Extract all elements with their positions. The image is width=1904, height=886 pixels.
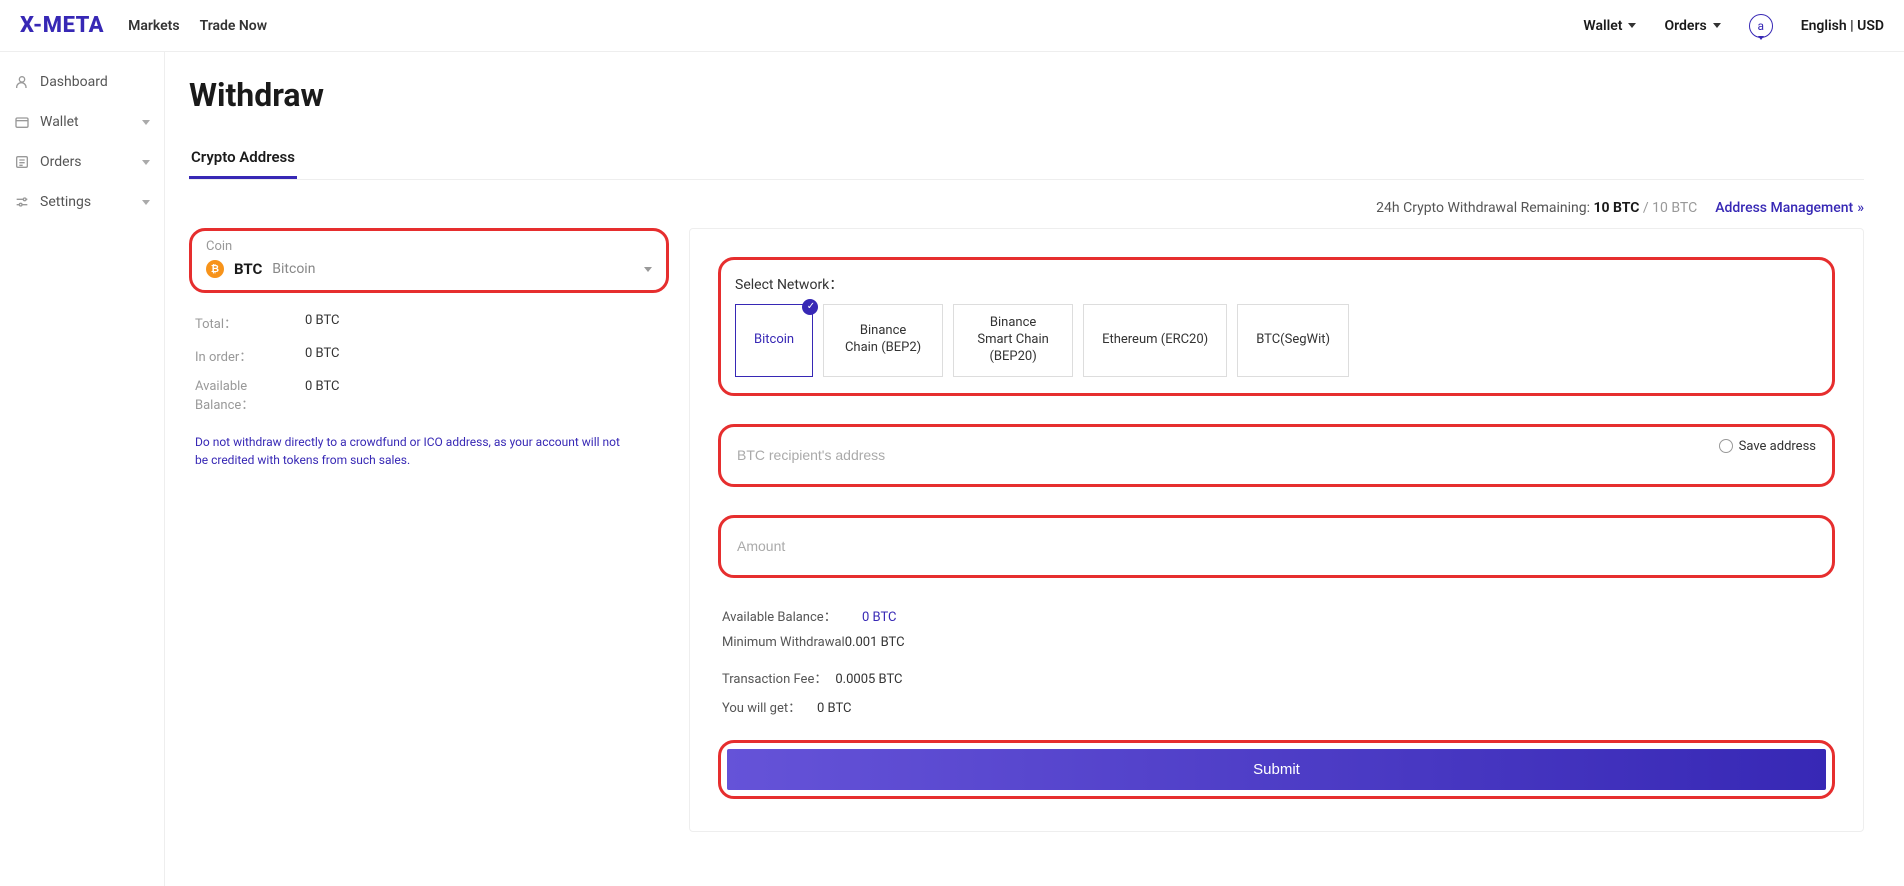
network-selector: Select Network： Bitcoin Binance Chain (B… <box>718 257 1835 396</box>
amount-box <box>718 515 1835 578</box>
nav-markets[interactable]: Markets <box>128 18 180 34</box>
detail-value: 0.001 BTC <box>845 635 905 650</box>
warning-note: Do not withdraw directly to a crowdfund … <box>195 433 625 469</box>
stat-value: 0 BTC <box>305 313 340 332</box>
detail-available: Available Balance：0 BTC <box>722 606 1831 625</box>
sidebar-item-settings[interactable]: Settings <box>0 182 164 222</box>
limit-rest: / 10 BTC <box>1639 200 1697 216</box>
caret-down-icon <box>142 200 150 205</box>
top-info: 24h Crypto Withdrawal Remaining: 10 BTC … <box>189 200 1864 216</box>
nav-trade-now[interactable]: Trade Now <box>200 18 268 34</box>
stat-value: 0 BTC <box>305 346 340 365</box>
withdraw-details: Available Balance：0 BTC Minimum Withdraw… <box>718 606 1835 716</box>
top-nav: Markets Trade Now <box>128 18 267 34</box>
detail-value: 0 BTC <box>817 701 852 716</box>
submit-button[interactable]: Submit <box>727 749 1826 790</box>
bitcoin-icon: ₿ <box>206 260 224 278</box>
wallet-dropdown[interactable]: Wallet <box>1583 18 1636 34</box>
stat-label: Total： <box>195 313 305 332</box>
amount-input[interactable] <box>737 538 1816 554</box>
stat-available: Available Balance： 0 BTC <box>195 379 663 413</box>
detail-label: Transaction Fee： <box>722 668 827 687</box>
sidebar-item-orders[interactable]: Orders <box>0 142 164 182</box>
user-icon <box>14 74 30 90</box>
save-address-label: Save address <box>1739 439 1816 454</box>
orders-dropdown[interactable]: Orders <box>1664 18 1720 34</box>
avatar-letter: a <box>1757 19 1764 33</box>
coin-row: ₿ BTC Bitcoin <box>206 260 652 278</box>
page-title: Withdraw <box>189 76 1864 114</box>
stat-in-order: In order： 0 BTC <box>195 346 663 365</box>
recipient-address-box: Save address <box>718 424 1835 487</box>
stat-label: Available Balance： <box>195 379 305 413</box>
tab-bar: Crypto Address <box>189 138 1864 180</box>
detail-fee: Transaction Fee： 0.0005 BTC <box>722 668 1831 687</box>
sidebar-label: Orders <box>40 154 82 170</box>
header-right: Wallet Orders a English | USD <box>1583 14 1884 38</box>
address-management-label: Address Management <box>1715 200 1853 216</box>
stat-value: 0 BTC <box>305 379 340 413</box>
detail-label: You will get： <box>722 697 817 716</box>
detail-you-get: You will get：0 BTC <box>722 697 1831 716</box>
caret-down-icon <box>1628 23 1636 28</box>
caret-down-icon <box>142 120 150 125</box>
sidebar-item-wallet[interactable]: Wallet <box>0 102 164 142</box>
stat-label: In order： <box>195 346 305 365</box>
recipient-address-input[interactable] <box>737 447 1816 463</box>
network-option-bitcoin[interactable]: Bitcoin <box>735 304 813 377</box>
sidebar-label: Settings <box>40 194 91 210</box>
header: X-META Markets Trade Now Wallet Orders a… <box>0 0 1904 52</box>
wallet-icon <box>14 114 30 130</box>
sidebar: Dashboard Wallet Orders Settings <box>0 52 165 886</box>
tab-crypto-address[interactable]: Crypto Address <box>189 138 297 179</box>
network-option-segwit[interactable]: BTC(SegWit) <box>1237 304 1349 377</box>
detail-value[interactable]: 0 BTC <box>862 610 897 625</box>
left-column: Coin ₿ BTC Bitcoin Total： 0 BTC In order… <box>189 228 669 469</box>
list-icon <box>14 154 30 170</box>
save-address-toggle[interactable]: Save address <box>1719 439 1816 454</box>
coin-selector[interactable]: Coin ₿ BTC Bitcoin <box>189 228 669 293</box>
withdrawal-limit: 24h Crypto Withdrawal Remaining: 10 BTC … <box>1376 200 1697 216</box>
limit-label: 24h Crypto Withdrawal Remaining: <box>1376 200 1593 216</box>
lang-currency[interactable]: English | USD <box>1801 18 1884 34</box>
caret-down-icon <box>142 160 150 165</box>
coin-name: Bitcoin <box>272 261 315 277</box>
chevron-right-icon <box>1857 200 1864 216</box>
sidebar-item-dashboard[interactable]: Dashboard <box>0 62 164 102</box>
caret-down-icon <box>1713 23 1721 28</box>
detail-minimum: Minimum Withdrawal 0.001 BTC <box>722 635 1831 650</box>
detail-label: Available Balance： <box>722 606 862 625</box>
network-option-bep2[interactable]: Binance Chain (BEP2) <box>823 304 943 377</box>
detail-value: 0.0005 BTC <box>835 672 902 687</box>
coin-label: Coin <box>206 239 652 254</box>
limit-bold: 10 BTC <box>1594 200 1640 216</box>
wallet-label: Wallet <box>1583 18 1622 34</box>
network-option-erc20[interactable]: Ethereum (ERC20) <box>1083 304 1227 377</box>
coin-stats: Total： 0 BTC In order： 0 BTC Available B… <box>189 307 669 469</box>
withdraw-form: Select Network： Bitcoin Binance Chain (B… <box>689 228 1864 832</box>
logo[interactable]: X-META <box>20 13 104 38</box>
submit-wrap: Submit <box>718 740 1835 799</box>
network-label: Select Network： <box>735 274 1818 294</box>
sidebar-label: Wallet <box>40 114 79 130</box>
sliders-icon <box>14 194 30 210</box>
detail-label: Minimum Withdrawal <box>722 635 845 650</box>
avatar[interactable]: a <box>1749 14 1773 38</box>
network-options: Bitcoin Binance Chain (BEP2) Binance Sma… <box>735 304 1818 377</box>
orders-label: Orders <box>1664 18 1706 34</box>
address-management-link[interactable]: Address Management <box>1715 200 1864 216</box>
stat-total: Total： 0 BTC <box>195 313 663 332</box>
coin-code: BTC <box>234 260 262 278</box>
main-content: Withdraw Crypto Address 24h Crypto Withd… <box>165 52 1904 886</box>
caret-down-icon <box>644 267 652 272</box>
network-option-bep20[interactable]: Binance Smart Chain (BEP20) <box>953 304 1073 377</box>
sidebar-label: Dashboard <box>40 74 108 90</box>
radio-icon <box>1719 439 1733 453</box>
